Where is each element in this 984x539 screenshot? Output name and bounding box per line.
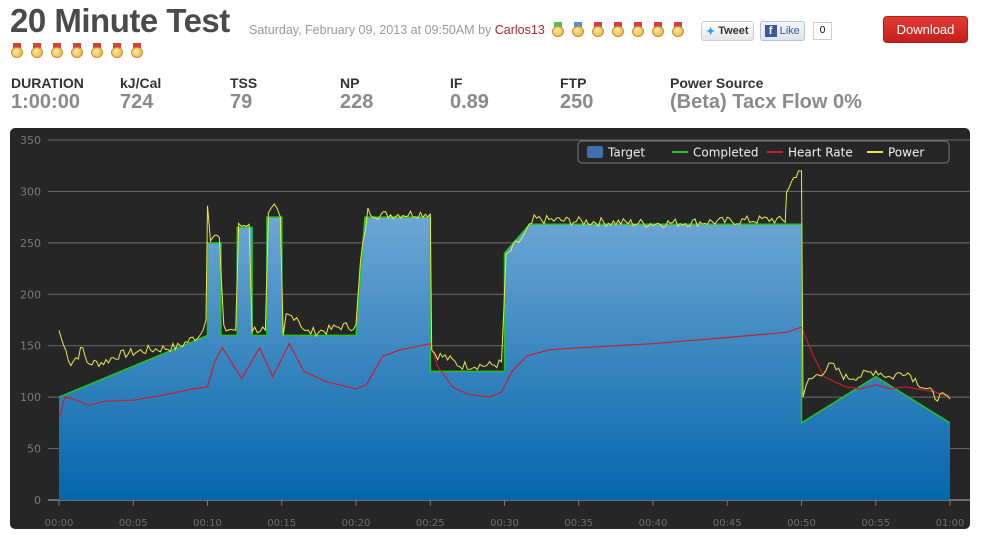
x-tick-label: 00:50 bbox=[787, 518, 816, 529]
y-tick-label: 50 bbox=[27, 443, 41, 456]
legend-swatch bbox=[587, 146, 603, 158]
stat-label: TSS bbox=[230, 75, 258, 91]
page-title: 20 Minute Test bbox=[10, 2, 230, 39]
medal-icon bbox=[111, 43, 123, 58]
x-tick-label: 00:40 bbox=[639, 518, 668, 529]
medal-icon bbox=[592, 22, 605, 37]
download-button[interactable]: Download bbox=[883, 16, 968, 43]
facebook-icon: f bbox=[764, 25, 777, 37]
medal-icon bbox=[31, 43, 43, 58]
twitter-bird-icon: ✦ bbox=[706, 25, 716, 38]
stat-np: NP 228 bbox=[340, 75, 373, 114]
stat-label: NP bbox=[340, 75, 360, 91]
stat-value: 79 bbox=[230, 91, 253, 113]
y-tick-label: 200 bbox=[20, 288, 41, 301]
stat-value: 1:00:00 bbox=[11, 91, 80, 113]
stat-if: IF 0.89 bbox=[450, 75, 489, 114]
stat-value: 724 bbox=[120, 91, 154, 113]
stat-label: DURATION bbox=[11, 75, 84, 91]
user-link[interactable]: Carlos13 bbox=[495, 23, 545, 37]
workout-meta: Saturday, February 09, 2013 at 09:50AM b… bbox=[249, 22, 692, 40]
medal-icon bbox=[572, 22, 585, 37]
x-tick-label: 00:55 bbox=[861, 518, 890, 529]
tweet-button[interactable]: ✦ Tweet bbox=[701, 21, 754, 41]
x-tick-label: 00:25 bbox=[416, 518, 445, 529]
x-tick-label: 01:00 bbox=[936, 518, 965, 529]
stat-value: 228 bbox=[340, 91, 374, 113]
tweet-label: Tweet bbox=[718, 25, 749, 37]
stat-ftp: FTP 250 bbox=[560, 75, 593, 114]
stat-label: kJ/Cal bbox=[120, 75, 162, 91]
medal-icon bbox=[11, 43, 23, 58]
y-tick-label: 100 bbox=[20, 391, 41, 404]
x-tick-label: 00:10 bbox=[193, 518, 222, 529]
stat-value: 0.89 bbox=[450, 91, 489, 113]
stat-label: FTP bbox=[560, 75, 587, 91]
stat-tss: TSS 79 bbox=[230, 75, 257, 114]
chart-panel: 0 50 100 150 200 250 300 350 00:00 00:05 00:10 00:1… bbox=[10, 128, 970, 529]
x-tick-label: 00:00 bbox=[45, 518, 74, 529]
medal-icon bbox=[71, 43, 83, 58]
medal-icon bbox=[51, 43, 63, 58]
medal-icon bbox=[672, 22, 685, 37]
medal-icon bbox=[632, 22, 645, 37]
medal-icon bbox=[612, 22, 625, 37]
x-tick-label: 00:45 bbox=[713, 518, 742, 529]
y-tick-label: 150 bbox=[20, 340, 41, 353]
x-tick-label: 00:30 bbox=[490, 518, 519, 529]
stat-kj-cal: kJ/Cal 724 bbox=[120, 75, 161, 114]
x-tick-label: 00:20 bbox=[342, 518, 371, 529]
social-buttons: ✦ Tweet f Like 0 bbox=[701, 21, 833, 41]
workout-chart: 0 50 100 150 200 250 300 350 00:00 00:05 00:10 00:1… bbox=[20, 134, 970, 529]
x-tick-label: 00:35 bbox=[564, 518, 593, 529]
y-tick-label: 300 bbox=[20, 185, 41, 198]
legend-item[interactable]: Heart Rate bbox=[788, 146, 853, 160]
stat-value: 250 bbox=[560, 91, 594, 113]
medal-icon bbox=[91, 43, 103, 58]
legend-item[interactable]: Power bbox=[888, 146, 924, 160]
x-tick-label: 00:05 bbox=[119, 518, 148, 529]
stat-duration: DURATION 1:00:00 bbox=[11, 75, 84, 114]
x-tick-label: 00:15 bbox=[267, 518, 296, 529]
medal-icon bbox=[652, 22, 665, 37]
y-tick-label: 350 bbox=[20, 134, 41, 147]
like-label: Like bbox=[779, 25, 800, 37]
y-tick-label: 250 bbox=[20, 237, 41, 250]
workout-date: Saturday, February 09, 2013 at 09:50AM b… bbox=[249, 23, 492, 37]
like-count: 0 bbox=[812, 22, 833, 40]
medals-row bbox=[552, 22, 692, 40]
medal-icon bbox=[131, 43, 143, 58]
chart-legend: Target Completed Heart Rate Power bbox=[577, 140, 950, 164]
stat-value: (Beta) Tacx Flow 0% bbox=[670, 91, 862, 113]
medals-row-2 bbox=[11, 43, 151, 63]
legend-item[interactable]: Completed bbox=[693, 146, 758, 160]
stat-label: IF bbox=[450, 75, 463, 91]
y-tick-label: 0 bbox=[34, 494, 41, 507]
medal-icon bbox=[552, 22, 565, 37]
stat-power-source: Power Source (Beta) Tacx Flow 0% bbox=[670, 75, 862, 114]
like-button[interactable]: f Like bbox=[759, 21, 805, 41]
legend-item[interactable]: Target bbox=[607, 146, 645, 160]
stat-label: Power Source bbox=[670, 75, 764, 91]
